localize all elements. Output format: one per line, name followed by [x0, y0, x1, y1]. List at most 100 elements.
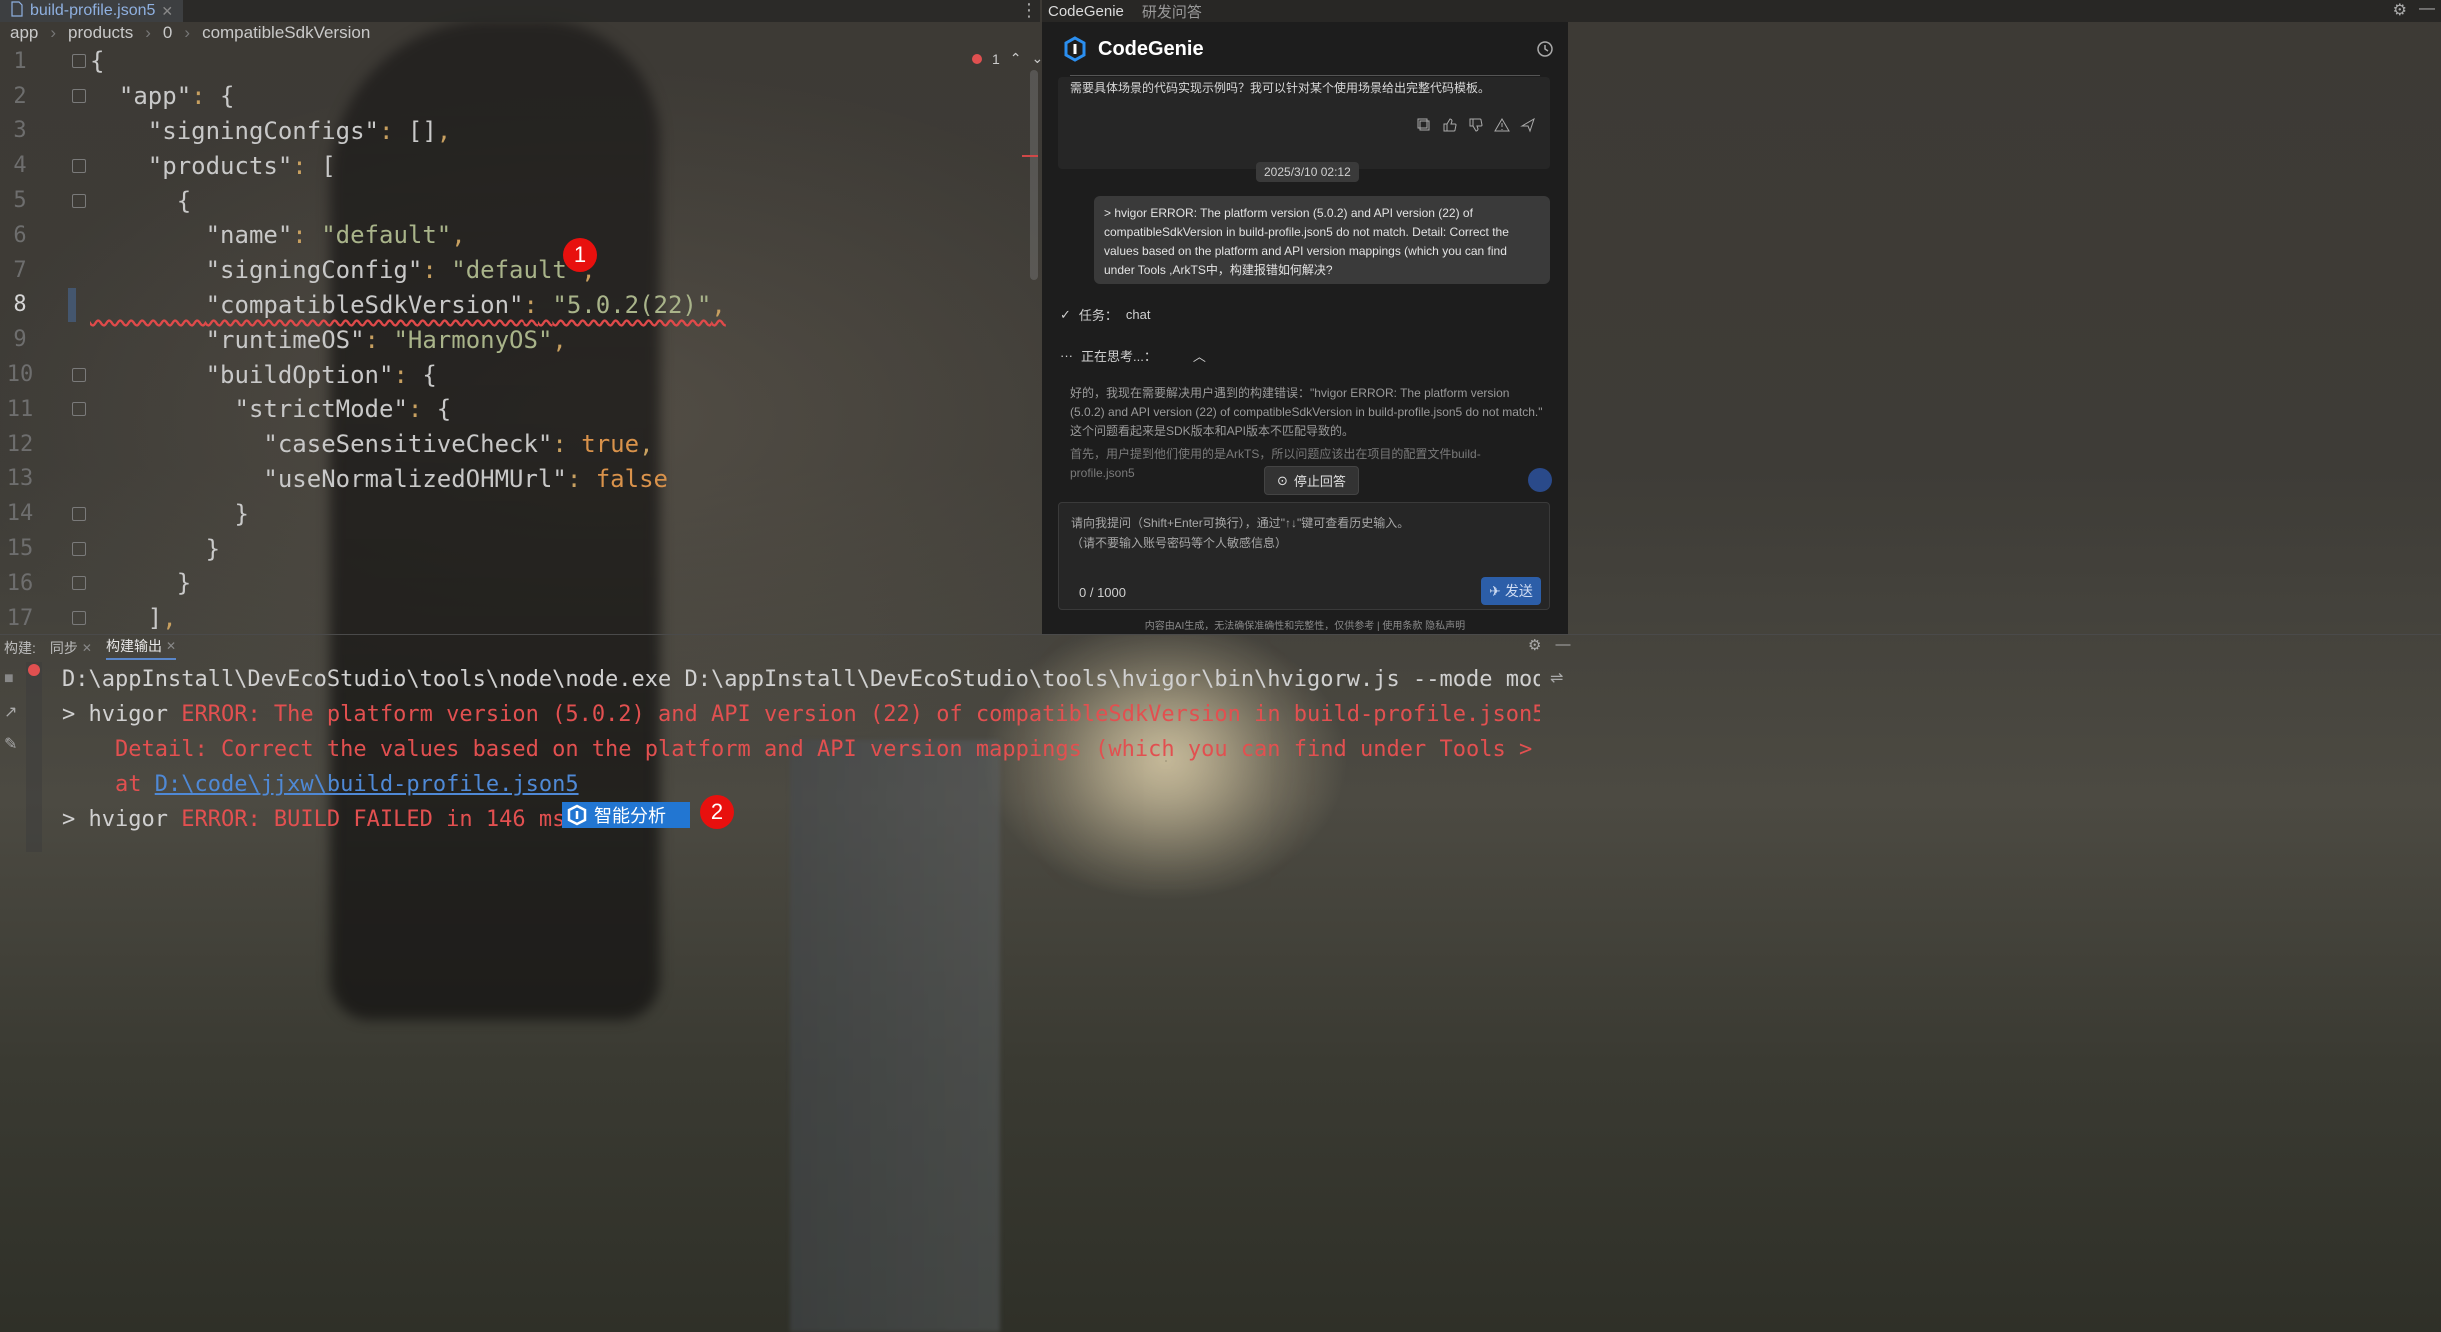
build-output-line: at D:\code\jjxw\build-profile.json5 [62, 767, 579, 802]
warning-icon[interactable] [1494, 117, 1510, 133]
copy-icon[interactable] [1416, 117, 1432, 133]
thumbs-down-icon[interactable] [1468, 117, 1484, 133]
code-line[interactable]: 15 } [0, 531, 1040, 566]
chevron-up-icon[interactable]: ⌃ [1010, 50, 1022, 67]
thinking-row[interactable]: ··· 正在思考...： ︿ [1060, 346, 1206, 365]
stop-icon: ⊙ [1277, 472, 1288, 488]
code-text: } [90, 499, 249, 528]
minimize-icon[interactable]: — [1555, 636, 1570, 654]
input-placeholder-line-2: （请不要输入账号密码等个人敏感信息） [1071, 536, 1288, 550]
build-output-line: D:\appInstall\DevEcoStudio\tools\node\no… [62, 662, 1540, 697]
code-line[interactable]: 3 "signingConfigs": [], [0, 114, 1040, 149]
fold-toggle-icon[interactable] [72, 89, 86, 104]
stop-answer-button[interactable]: ⊙ 停止回答 [1264, 466, 1359, 495]
code-line[interactable]: 10 "buildOption": { [0, 357, 1040, 392]
tab-codegenie[interactable]: CodeGenie [1048, 3, 1124, 20]
code-line[interactable]: 11 "strictMode": { [0, 392, 1040, 427]
stop-build-icon[interactable]: ■ [4, 670, 20, 687]
line-number: 12 [6, 431, 34, 457]
message-actions [1416, 117, 1536, 133]
close-icon[interactable]: ✕ [82, 641, 92, 655]
gear-icon[interactable]: ⚙ [2393, 0, 2407, 20]
close-icon[interactable]: ✕ [161, 3, 173, 20]
code-line[interactable]: 9 "runtimeOS": "HarmonyOS", [0, 322, 1040, 357]
pin-icon[interactable]: ✎ [4, 734, 20, 753]
soft-wrap-icon[interactable]: ⇌ [1550, 668, 1563, 688]
breadcrumb-item[interactable]: app [10, 23, 38, 43]
fold-toggle-icon[interactable] [72, 402, 86, 417]
fold-toggle-icon[interactable] [72, 541, 86, 556]
build-prefix: > hvigor [62, 702, 182, 727]
error-indicator[interactable]: 1 ⌃ ⌄ [972, 50, 1043, 67]
tab-sync-label: 同步 [49, 640, 78, 656]
assistant-float-icon[interactable] [1528, 468, 1552, 492]
tab-build-output[interactable]: 构建输出 ✕ [105, 636, 177, 660]
fold-toggle-icon[interactable] [72, 158, 86, 173]
fold-toggle-icon[interactable] [72, 193, 86, 208]
question-input[interactable]: 请向我提问（Shift+Enter可换行），通过"↑↓"键可查看历史输入。 （请… [1058, 502, 1550, 610]
open-external-icon[interactable]: ↗ [4, 702, 20, 721]
close-icon[interactable]: ✕ [166, 639, 176, 653]
smart-analysis-label: 智能分析 [594, 806, 666, 826]
breadcrumb-item[interactable]: products [68, 23, 133, 43]
code-line[interactable]: 14 } [0, 496, 1040, 531]
code-line[interactable]: 1{ [0, 44, 1040, 79]
smart-analysis-button[interactable]: 智能分析 [562, 802, 690, 828]
code-line[interactable]: 4 "products": [ [0, 148, 1040, 183]
code-text: "strictMode": { [234, 395, 452, 424]
code-text: } [90, 534, 221, 563]
code-line[interactable]: 13 "useNormalizedOHMUrl": false [0, 462, 1040, 497]
code-editor[interactable]: 1{2 "app": {3 "signingConfigs": [], 4 "pr… [0, 44, 1040, 632]
history-icon[interactable] [1536, 40, 1554, 58]
more-vertical-icon[interactable]: ⋮ [1020, 0, 1038, 21]
code-line[interactable]: 5 { [0, 183, 1040, 218]
build-output-console[interactable]: D:\appInstall\DevEcoStudio\tools\node\no… [62, 662, 1540, 852]
check-icon: ✓ [1060, 306, 1071, 322]
code-text: { [90, 186, 192, 215]
panel-divider[interactable] [0, 634, 2441, 635]
fold-toggle-icon[interactable] [72, 367, 86, 382]
code-line[interactable]: 16 } [0, 566, 1040, 601]
tab-sync[interactable]: 同步 ✕ [50, 638, 92, 658]
line-number: 5 [13, 188, 27, 214]
code-line[interactable]: 17 ], [0, 601, 1040, 636]
code-line[interactable]: 7 "signingConfig": "default", [0, 253, 1040, 288]
code-line[interactable]: 6 "name": "default", [0, 218, 1040, 253]
minimize-icon[interactable]: — [2419, 0, 2435, 20]
code-line[interactable]: 8 "compatibleSdkVersion": "5.0.2(22)", [0, 287, 1040, 323]
line-number: 15 [6, 536, 34, 562]
build-tree[interactable] [26, 662, 42, 852]
thinking-label: 正在思考...： [1081, 349, 1157, 364]
fold-toggle-icon[interactable] [72, 576, 86, 591]
code-text: "app": { [118, 82, 235, 111]
code-line[interactable]: 2 "app": { [0, 79, 1040, 114]
line-number: 11 [6, 396, 34, 422]
thumbs-up-icon[interactable] [1442, 117, 1458, 133]
file-tab[interactable]: build-profile.json5 ✕ [0, 0, 184, 22]
file-path-link[interactable]: D:\code\jjxw\build-profile.json5 [155, 772, 579, 797]
error-stripe-mark[interactable] [1022, 155, 1038, 157]
editor-tabbar: build-profile.json5 ✕ ⋮ [0, 0, 1040, 22]
send-label: 发送 [1504, 583, 1533, 599]
fold-toggle-icon[interactable] [72, 54, 86, 69]
chevron-up-icon[interactable]: ︿ [1193, 346, 1206, 365]
tab-rd-qa[interactable]: 研发问答 [1142, 1, 1202, 22]
gear-icon[interactable]: ⚙ [1528, 636, 1541, 654]
breadcrumb: app › products › 0 › compatibleSdkVersio… [0, 22, 1040, 44]
breadcrumb-item[interactable]: 0 [163, 23, 172, 43]
breadcrumb-item[interactable]: compatibleSdkVersion [202, 23, 370, 43]
current-line-indicator [68, 287, 76, 322]
codegenie-header: CodeGenie [1062, 36, 1204, 62]
error-count: 1 [992, 50, 1000, 67]
task-value: chat [1125, 307, 1151, 322]
fold-toggle-icon[interactable] [72, 506, 86, 521]
fold-toggle-icon[interactable] [72, 611, 86, 626]
share-icon[interactable] [1520, 117, 1536, 133]
line-number: 8 [13, 292, 27, 318]
code-line[interactable]: 12 "caseSensitiveCheck": true, [0, 427, 1040, 462]
codegenie-logo-icon [1064, 36, 1086, 62]
task-row: ✓ 任务： chat [1060, 305, 1151, 324]
editor-scrollbar[interactable] [1030, 70, 1038, 280]
send-button[interactable]: ✈ 发送 [1481, 577, 1541, 605]
user-message: > hvigor ERROR: The platform version (5.… [1094, 196, 1550, 284]
